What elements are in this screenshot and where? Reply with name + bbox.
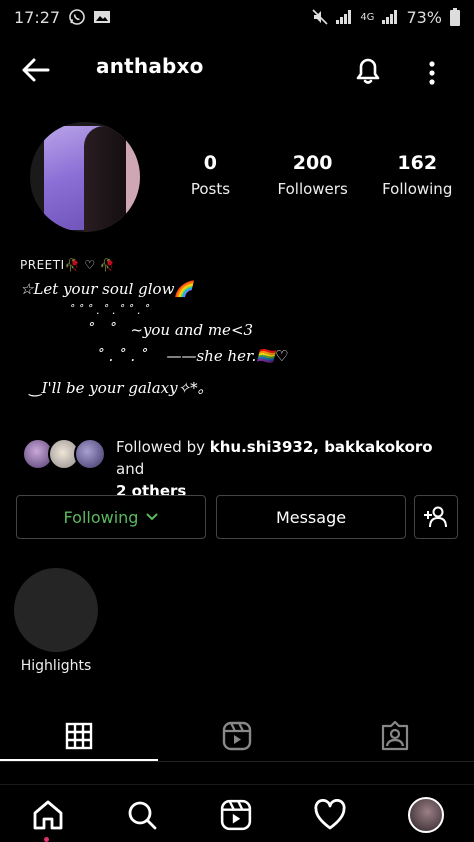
add-user-icon [424,506,447,528]
avatar-hair [84,126,132,232]
nav-search[interactable] [122,795,162,835]
stat-label: Followers [277,180,348,198]
profile-header: anthabxo [0,48,474,90]
profile-username: anthabxo [96,54,204,78]
battery-icon [450,8,460,26]
grid-icon [65,722,93,750]
bio-line: ˚ . ˚ . ˚ ——she her.🏳️‍🌈♡ [20,347,289,365]
bottom-navigation [0,784,474,842]
nav-activity[interactable] [310,795,350,835]
bio-line: ‿I'll be your galaxy✧*｡ [20,379,206,397]
more-vertical-icon [429,61,435,85]
whatsapp-icon [69,9,85,25]
heart-icon [314,799,346,830]
notification-dot [44,837,49,842]
reels-icon [222,721,252,751]
bio-name: PREETI🥀 ♡ 🥀 [20,258,116,272]
nav-home[interactable] [28,795,68,835]
stat-count: 162 [397,152,438,174]
stat-count: 200 [292,152,333,174]
stat-following[interactable]: 162 Following [374,152,460,198]
gallery-icon [94,11,111,23]
tab-reels[interactable] [158,710,316,762]
battery-level: 73% [406,7,442,27]
bell-icon [356,58,380,84]
followed-by-connector: and [116,460,145,478]
bio-line: ☆Let your soul glow🌈 [20,280,194,298]
home-icon [33,800,63,830]
profile-actions: Following Message [16,495,458,539]
bio-line: ˚ ˚ ˚ . ˚ . ˚ ˚ . ˚ [20,304,150,317]
stat-posts[interactable]: 0 Posts [180,152,241,198]
status-bar: 17:27 4G 73% [0,0,474,34]
back-button[interactable] [18,52,54,88]
profile-tabs [0,710,474,762]
nav-reels[interactable] [216,795,256,835]
profile-avatar[interactable] [30,122,140,232]
highlight-label: Highlights [20,658,92,674]
followed-by-text: Followed by khu.shi3932, bakkakokoro and… [116,436,456,502]
tab-tagged[interactable] [316,710,474,762]
avatar-face [126,132,140,232]
tab-divider [0,761,474,762]
message-button[interactable]: Message [216,495,406,539]
signal-icon [382,10,398,24]
stat-label: Posts [190,180,231,198]
bio-line: ˚ ˚ ~you and me<3 [20,321,254,339]
followed-by[interactable]: Followed by khu.shi3932, bakkakokoro and… [20,436,460,500]
back-arrow-icon [22,58,50,82]
followed-by-names[interactable]: khu.shi3932, bakkakokoro [210,438,433,456]
following-button[interactable]: Following [16,495,206,539]
mutual-avatar [74,438,106,470]
notifications-button[interactable] [350,52,386,88]
chevron-down-icon [146,513,159,521]
add-user-button[interactable] [414,495,458,539]
signal-icon [336,10,352,24]
status-time: 17:27 [14,7,61,27]
stat-followers[interactable]: 200 Followers [251,152,375,198]
highlight-circle[interactable] [14,568,98,652]
followed-by-prefix: Followed by [116,438,210,456]
more-options-button[interactable] [420,54,444,90]
mutual-avatars [22,438,108,472]
tab-grid[interactable] [0,710,158,762]
message-label: Message [275,507,347,527]
highlights: Highlights [14,568,98,674]
following-label: Following [63,507,139,527]
stat-label: Following [382,180,453,198]
network-type: 4G [360,11,375,23]
profile-bio: PREETI🥀 ♡ 🥀 ☆Let your soul glow🌈 ˚ ˚ ˚ .… [20,258,460,398]
reels-icon [220,799,252,831]
profile-avatar-mini [408,797,444,833]
search-icon [128,801,157,830]
profile-stats: 0 Posts 200 Followers 162 Following [180,152,460,198]
mute-icon [312,9,328,25]
tagged-icon [381,721,409,751]
stat-count: 0 [203,152,218,174]
nav-profile[interactable] [406,795,446,835]
